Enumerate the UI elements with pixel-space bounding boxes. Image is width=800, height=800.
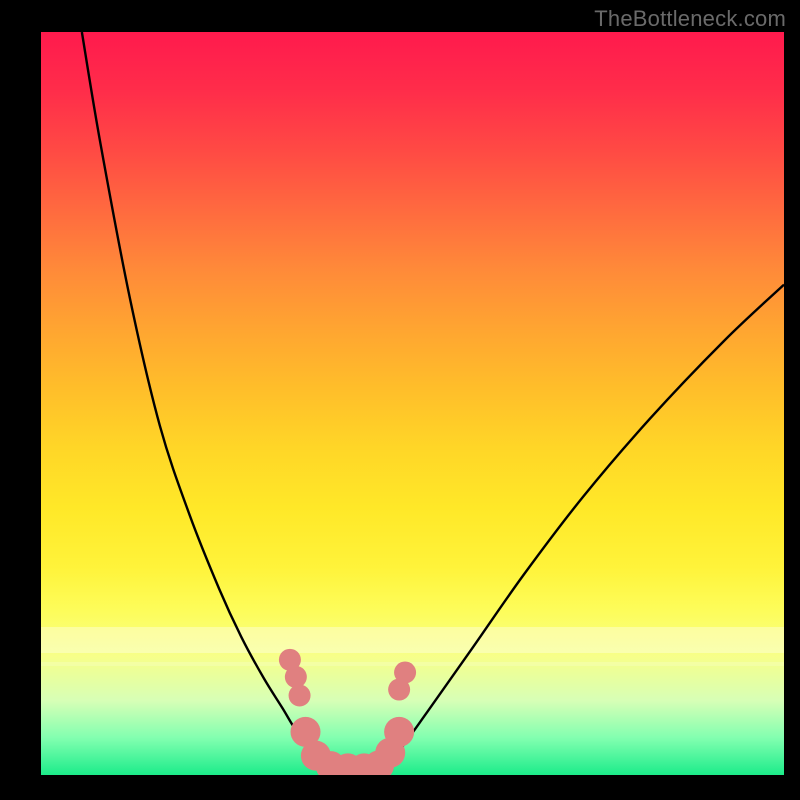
data-marker <box>289 684 311 706</box>
data-marker <box>285 666 307 688</box>
marker-group <box>279 649 416 775</box>
curve-layer <box>41 32 784 775</box>
data-marker <box>394 661 416 683</box>
chart-frame: TheBottleneck.com <box>0 0 800 800</box>
plot-area <box>41 32 784 775</box>
curve-right <box>383 285 784 768</box>
data-marker <box>384 717 414 747</box>
watermark-text: TheBottleneck.com <box>594 6 786 32</box>
